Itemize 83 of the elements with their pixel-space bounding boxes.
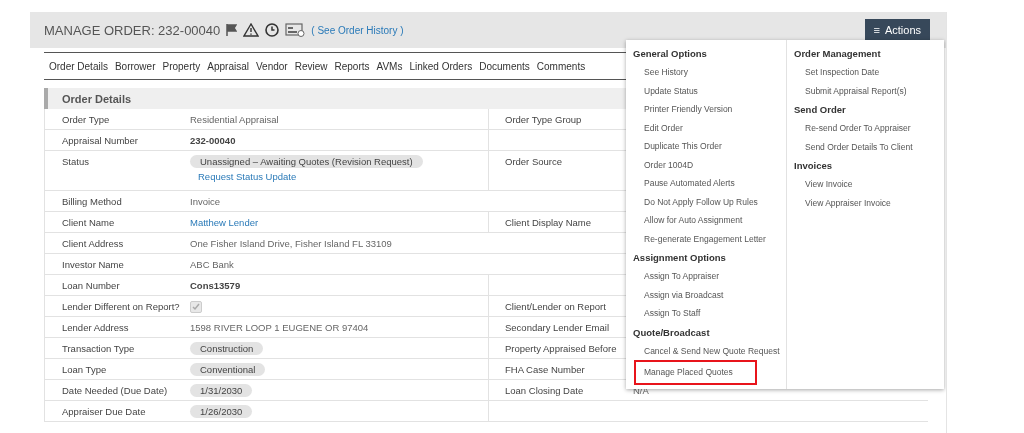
tab[interactable]: Linked Orders [409,58,473,74]
menu-item[interactable]: Assign To Staff [628,304,706,323]
field-value: One Fisher Island Drive, Fisher Island FL 33109 [190,237,392,249]
field-value: Invoice [190,195,221,207]
field-label: Property Appraised Before [505,343,617,354]
id-card-icon[interactable] [285,23,306,37]
menu-item[interactable]: Manage Placed Quotes [634,360,757,385]
tab[interactable]: Borrower [114,58,156,74]
field-value: 232-00040 [190,134,236,146]
clock-icon [265,23,280,37]
tab[interactable]: Appraisal [207,58,249,74]
tab[interactable]: AVMs [376,58,403,74]
menu-item[interactable]: Send Order Details To Client [789,137,918,156]
field-label: Loan Number [61,279,121,293]
tab[interactable]: Reports [334,58,370,74]
tab[interactable]: Order Details [49,58,108,74]
value-badge: 1/26/2030 [190,405,253,418]
field-label: Order Type [61,113,111,127]
field-label: Appraiser Due Date [61,405,147,419]
request-status-link[interactable]: Request Status Update [198,171,297,182]
tab[interactable]: Comments [536,58,586,74]
field-label: Secondary Lender Email [505,322,610,333]
menu-heading: Assignment Options [632,251,727,265]
menu-item[interactable]: Assign To Appraiser [628,267,724,286]
field-label: Lender Different on Report? [61,300,181,314]
field-label: Appraisal Number [61,134,140,148]
menu-item[interactable]: Re-generate Engagement Letter [628,229,771,248]
menu-heading: Invoices [793,159,834,173]
history-link[interactable]: ( See Order History ) [311,24,404,36]
field-label: FHA Case Number [505,364,585,375]
menu-item[interactable]: Update Status [628,81,703,100]
field-value: Residential Appraisal [190,113,279,125]
menu-heading: Send Order [793,103,847,117]
warning-icon [243,23,260,37]
field-label: Client Name [61,216,116,230]
actions-button[interactable]: ≡ Actions [864,19,930,41]
flag-icon [226,24,238,36]
menu-item[interactable]: View Invoice [789,175,858,194]
field-label: Status [61,155,90,169]
field-label: Billing Method [61,195,123,209]
menu-item[interactable]: Printer Friendly Version [628,100,738,119]
value-badge: Unassigned – Awaiting Quotes (Revision Request) [190,155,423,168]
menu-heading: Quote/Broadcast [632,325,711,340]
value-badge: Conventional [190,363,266,376]
field-label: Lender Address [61,321,130,335]
menu-item[interactable]: Pause Automated Alerts [628,174,740,193]
field-label: Investor Name [61,258,125,272]
menu-item[interactable]: Edit Order [628,118,688,137]
menu-item[interactable]: Re-send Order To Appraiser [789,119,916,138]
field-label: Date Needed (Due Date) [61,384,169,398]
field-label: Loan Type [61,363,108,377]
field-label: Client/Lender on Report [505,301,606,312]
value-badge: 1/31/2030 [190,384,253,397]
field-label: Order Source [505,156,563,167]
client-link[interactable]: Matthew Lender [190,216,259,228]
tab[interactable]: Property [162,58,201,74]
menu-item[interactable]: View Appraiser Invoice [789,193,896,212]
field-label: Client Display Name [505,217,592,228]
checkbox[interactable] [190,301,202,313]
menu-item[interactable]: Duplicate This Order [628,137,727,156]
field-label: Transaction Type [61,342,136,356]
menu-item[interactable]: Cancel & Send New Quote Request [628,341,785,360]
value-badge: Construction [190,342,264,355]
tab[interactable]: Review [294,58,328,74]
field-label: Loan Closing Date [505,385,584,396]
field-value: Cons13579 [190,279,241,291]
menu-item[interactable]: Allow for Auto Assignment [628,211,748,230]
field-label: Order Type Group [505,114,582,125]
menu-item[interactable]: See History [628,63,693,82]
page-title: MANAGE ORDER: 232-00040 [44,22,221,38]
menu-item[interactable]: Order 1004D [628,155,699,174]
menu-item[interactable]: Set Inspection Date [789,63,885,82]
panel-title: Order Details [62,92,132,105]
field-value: ABC Bank [190,258,234,270]
menu-item[interactable]: Assign via Broadcast [628,285,729,304]
tab[interactable]: Documents [479,58,530,74]
menu-item[interactable]: Submit Appraisal Report(s) [789,81,912,100]
menu-item[interactable]: Do Not Apply Follow Up Rules [628,192,763,211]
tab[interactable]: Vendor [256,58,288,74]
field-value: 1598 RIVER LOOP 1 EUGENE OR 97404 [190,321,369,333]
menu-heading: General Options [632,47,708,61]
menu-heading: Order Management [793,47,882,61]
field-label: Client Address [61,237,125,251]
